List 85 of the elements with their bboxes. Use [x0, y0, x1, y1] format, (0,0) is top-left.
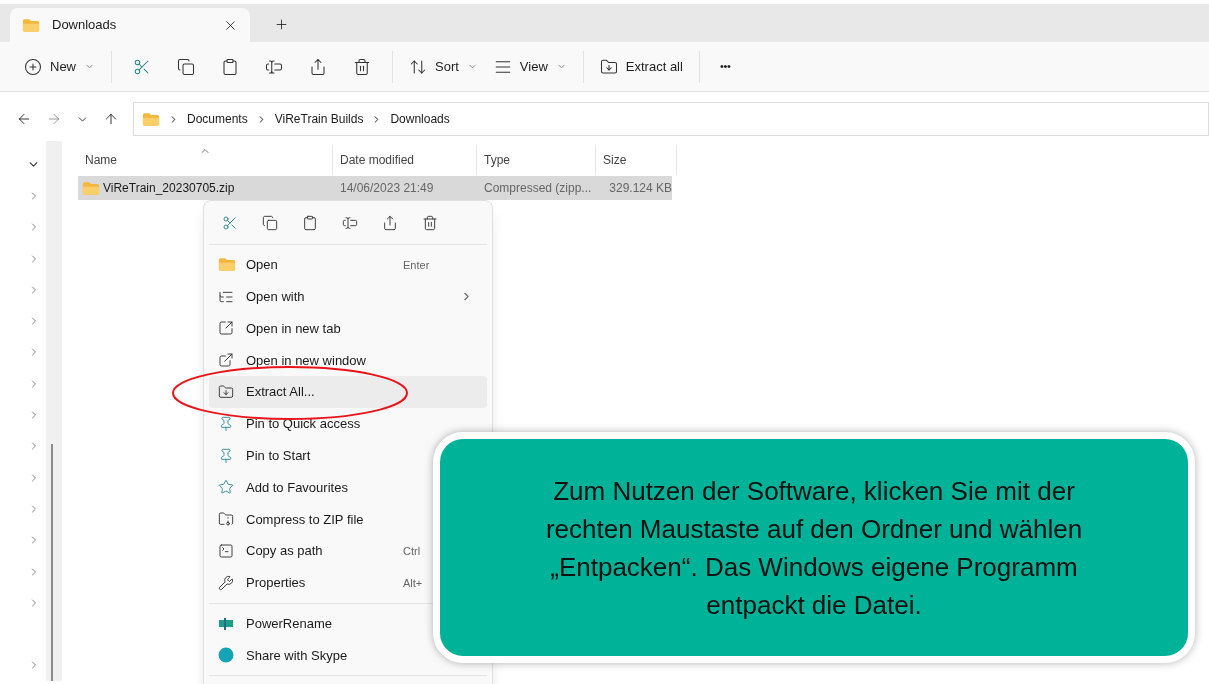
column-header[interactable]: Size [596, 145, 677, 175]
share-icon [309, 57, 327, 76]
copy-icon [262, 214, 278, 231]
menu-item-label: Open in new window [246, 351, 367, 370]
menu-item-label: Pin to Quick access [246, 415, 362, 434]
new-tab-icon [218, 320, 234, 337]
scissors-icon [133, 57, 151, 76]
menu-item[interactable]: Share with Skype [209, 639, 487, 672]
scrollbar-thumb[interactable] [51, 444, 53, 681]
new-tab-icon[interactable] [274, 17, 289, 32]
copy-icon [177, 57, 195, 76]
circle-logo-icon [218, 647, 234, 664]
trash-icon [422, 214, 438, 231]
menu-item-label: Properties [246, 574, 307, 593]
menu-item[interactable]: Open in new window [209, 344, 487, 377]
tab-title: Downloads [52, 16, 118, 35]
folder-icon [218, 384, 234, 401]
menu-item[interactable]: PowerRename [209, 607, 487, 640]
star-icon [218, 479, 234, 496]
scissors-icon [222, 214, 238, 231]
shortcut-text: Alt+ [403, 575, 424, 591]
folder-zip-icon [218, 511, 234, 528]
menu-item-label: Open in new tab [246, 319, 342, 338]
rename-icon [265, 57, 283, 76]
clipboard-icon [302, 214, 318, 231]
table-cell-text: 14/06/2023 21:49 [339, 180, 435, 197]
folder-icon [142, 111, 160, 127]
share-icon [382, 214, 398, 231]
menu-item-label: Share with Skype [246, 646, 349, 665]
breadcrumb[interactable]: Documents [187, 110, 248, 128]
file-row[interactable]: ViReTrain_20230705.zip 14/06/2023 21:49 Compressed (zipp... 329.124 KB [78, 176, 672, 200]
menu-item-label: Open with [246, 287, 306, 306]
menu-item[interactable]: Pin to Start [209, 439, 487, 472]
shortcut-text: Enter [403, 257, 431, 273]
menu-item-label: PowerRename [246, 614, 333, 633]
breadcrumb[interactable]: ViReTrain Builds [274, 110, 364, 128]
extract-all-button[interactable]: Extract all [591, 48, 691, 85]
file-name: ViReTrain_20230705.zip [103, 180, 235, 197]
terminal-icon [218, 543, 234, 560]
menu-item[interactable]: Extract All... [209, 376, 487, 408]
menu-item[interactable]: Compress to ZIP file [209, 503, 487, 536]
menu-item[interactable]: Copy as path Ctrl [209, 535, 487, 567]
back-icon[interactable] [16, 111, 32, 127]
plus-circle-icon [24, 57, 42, 76]
menu-item-label: Open [246, 256, 279, 275]
forward-icon[interactable] [46, 111, 62, 127]
menu-item[interactable]: Pin to Quick access [209, 408, 487, 440]
table-cell-text: Compressed (zipp... [483, 180, 593, 197]
menu-item[interactable]: Open with [209, 280, 487, 313]
callout-text: Zum Nutzen der Software, klicken Sie mit der rechten Maustaste auf den Ordner und wählen „Entpacken“. Das Windows eigene Programm entpackt die Datei. [544, 474, 1084, 622]
folder-icon [22, 17, 40, 33]
clipboard-icon [221, 57, 239, 76]
window-tab[interactable]: Downloads [10, 8, 250, 42]
folder-icon [218, 257, 236, 273]
rename-tool-icon [218, 616, 234, 631]
pin-icon [218, 415, 234, 432]
toolbar-menu-button[interactable]: New [16, 48, 103, 85]
menu-item-label: Copy as path [246, 542, 324, 561]
column-header[interactable]: Date modified [333, 145, 477, 175]
column-header[interactable]: Type [477, 145, 596, 175]
column-header[interactable]: Name [78, 145, 333, 175]
rename-icon [342, 214, 358, 231]
address-bar[interactable]: Documents ViReTrain Builds Downloads [133, 102, 1209, 136]
menu-item[interactable]: Open in new tab [209, 312, 487, 345]
folder-icon [599, 57, 618, 76]
more-button[interactable]: ••• [707, 48, 743, 85]
wrench-icon [218, 574, 234, 591]
trash-icon [353, 57, 371, 76]
zip-folder-icon [82, 180, 100, 196]
toolbar-menu-button[interactable]: Sort [401, 48, 486, 85]
menu-item[interactable]: Add to Favourites [209, 471, 487, 504]
up-icon[interactable] [103, 111, 119, 127]
menu-item-label: Extract All... [246, 383, 316, 402]
menu-item[interactable]: Properties Alt+ [209, 566, 487, 599]
sort-icon [409, 57, 427, 76]
toolbar-menu-button[interactable]: View [485, 48, 575, 85]
menu-item-label: Pin to Start [246, 446, 312, 465]
pin-icon [218, 447, 234, 464]
shortcut-text: Ctrl [403, 543, 422, 559]
external-link-icon [218, 352, 234, 369]
breadcrumb[interactable]: Downloads [390, 110, 450, 128]
table-cell-text: 329.124 KB [608, 180, 672, 197]
menu-item[interactable]: Open Enter [209, 249, 487, 281]
menu-item-label: Compress to ZIP file [246, 510, 365, 529]
menu-item-label: Add to Favourites [246, 478, 349, 497]
